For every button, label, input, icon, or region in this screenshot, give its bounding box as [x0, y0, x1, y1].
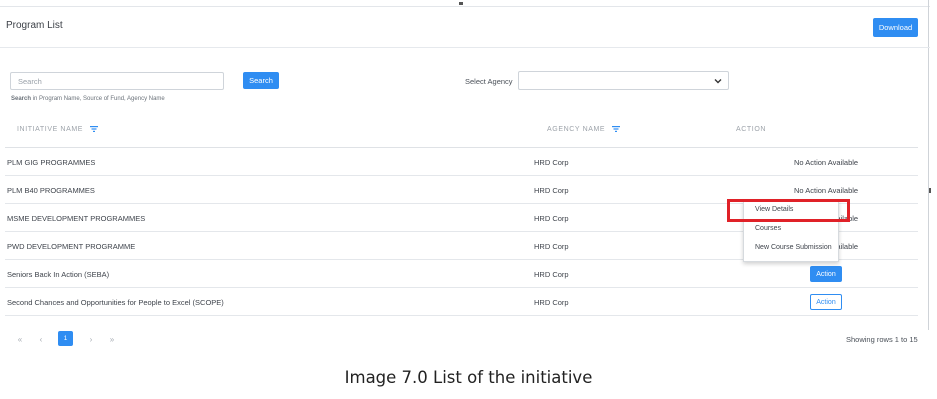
chevron-down-icon	[714, 79, 722, 84]
pagination-summary: Showing rows 1 to 15	[846, 335, 918, 344]
no-action-text: No Action Available	[794, 186, 859, 195]
filter-icon[interactable]	[611, 126, 620, 133]
column-header-label: AGENCY NAME	[547, 126, 606, 133]
column-header-label: INITIATIVE NAME	[17, 126, 84, 133]
initiative-name-cell: Second Chances and Opportunities for Peo…	[7, 298, 224, 307]
agency-name-cell: HRD Corp	[534, 186, 569, 195]
initiative-name-cell: Seniors Back In Action (SEBA)	[7, 270, 110, 279]
right-edge-border	[928, 0, 929, 330]
page-title: Program List	[6, 20, 63, 31]
pagination-last[interactable]: »	[106, 333, 118, 345]
initiative-name-cell: PLM B40 PROGRAMMES	[7, 186, 95, 195]
pagination-prev[interactable]: ‹	[35, 333, 47, 345]
agency-name-cell: HRD Corp	[534, 158, 569, 167]
column-header-initiative-name[interactable]: INITIATIVE NAME	[17, 126, 98, 133]
download-button[interactable]: Download	[873, 18, 918, 37]
filter-icon[interactable]	[89, 126, 98, 133]
agency-filter-label: Select Agency	[465, 77, 513, 86]
menu-item-courses[interactable]: Courses	[755, 225, 781, 232]
column-header-action: ACTION	[736, 126, 767, 133]
agency-name-cell: HRD Corp	[534, 214, 569, 223]
search-input[interactable]: Search	[10, 72, 224, 90]
column-header-agency-name[interactable]: AGENCY NAME	[547, 126, 620, 133]
right-edge-tick	[929, 188, 931, 193]
menu-item-new-course-submission[interactable]: New Course Submission	[755, 244, 832, 251]
table-row: PLM GIG PROGRAMMES HRD Corp No Action Av…	[5, 148, 918, 176]
pagination-first[interactable]: «	[14, 333, 26, 345]
initiative-name-cell: PWD DEVELOPMENT PROGRAMME	[7, 242, 136, 251]
initiative-name-cell: MSME DEVELOPMENT PROGRAMMES	[7, 214, 146, 223]
search-hint-bold: Search	[11, 96, 32, 102]
table-row: Second Chances and Opportunities for Peo…	[5, 288, 918, 316]
header-divider	[0, 47, 930, 48]
pagination-page-1[interactable]: 1	[58, 331, 73, 346]
agency-name-cell: HRD Corp	[534, 270, 569, 279]
search-button[interactable]: Search	[243, 72, 279, 89]
figure-caption: Image 7.0 List of the initiative	[344, 368, 593, 387]
agency-name-cell: HRD Corp	[534, 242, 569, 251]
agency-select[interactable]	[518, 71, 729, 90]
search-hint-text: in Program Name, Source of Fund, Agency …	[31, 96, 165, 102]
highlight-box	[727, 199, 850, 222]
table-row: Seniors Back In Action (SEBA) HRD Corp A…	[5, 260, 918, 288]
action-button[interactable]: Action	[810, 266, 842, 282]
search-hint: Search in Program Name, Source of Fund, …	[11, 96, 165, 102]
initiative-name-cell: PLM GIG PROGRAMMES	[7, 158, 96, 167]
no-action-text: No Action Available	[794, 158, 859, 167]
top-tick-mark	[459, 2, 463, 5]
action-button[interactable]: Action	[810, 294, 842, 310]
agency-name-cell: HRD Corp	[534, 298, 569, 307]
pagination-next[interactable]: ›	[85, 333, 97, 345]
top-border	[0, 6, 930, 7]
